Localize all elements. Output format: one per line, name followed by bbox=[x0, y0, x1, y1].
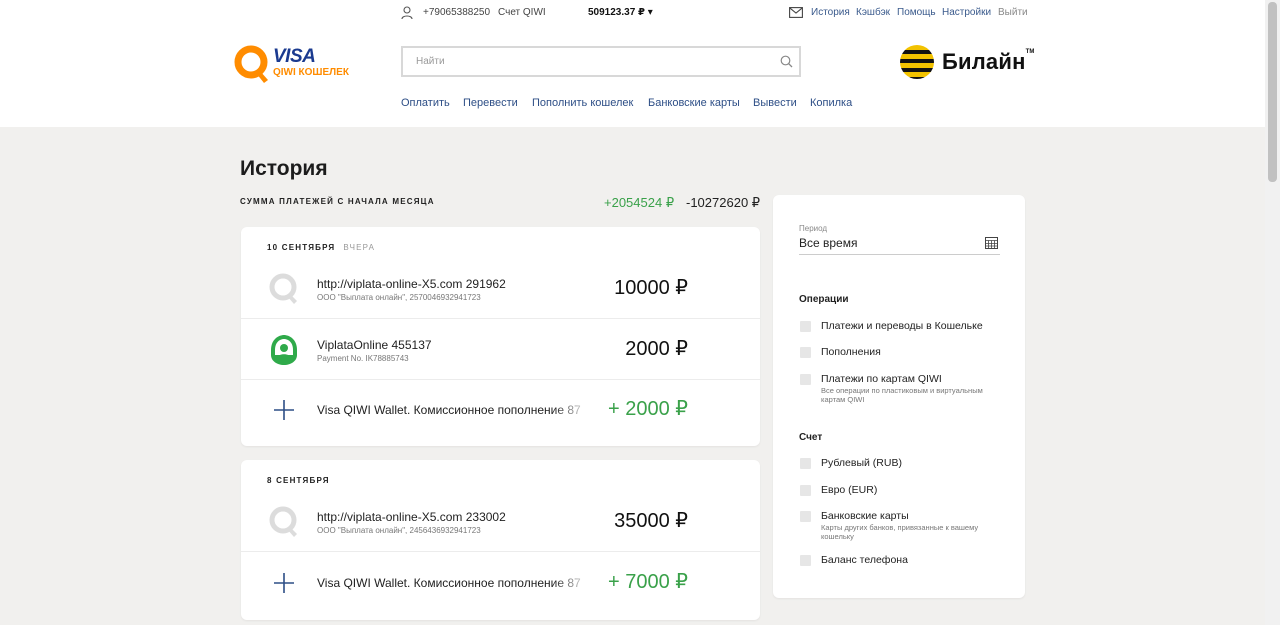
account-heading: Счет bbox=[799, 432, 823, 443]
history-group: 8 СЕНТЯБРЯ http://viplata-online-X5.com … bbox=[241, 460, 760, 620]
calendar-icon[interactable] bbox=[985, 237, 998, 249]
header: +79065388250 Счет QIWI 509123.37 ₽ ▾ Ист… bbox=[0, 0, 1265, 127]
checkbox[interactable] bbox=[800, 321, 811, 332]
nav-withdraw[interactable]: Вывести bbox=[753, 97, 797, 109]
transaction-amount: + 7000 ₽ bbox=[607, 571, 688, 593]
transaction-subtitle: ООО "Выплата онлайн", 2570046932941723 bbox=[317, 293, 481, 302]
chevron-down-icon: ▾ bbox=[647, 7, 653, 18]
qiwi-grey-icon bbox=[269, 506, 297, 537]
top-link-history[interactable]: История bbox=[811, 7, 850, 18]
scrollbar-thumb[interactable] bbox=[1268, 2, 1277, 182]
checkbox[interactable] bbox=[800, 374, 811, 385]
period-underline bbox=[799, 254, 1000, 255]
nav-piggybank[interactable]: Копилка bbox=[810, 97, 852, 109]
transaction-row[interactable]: ViplataOnline 455137 Payment No. IK78885… bbox=[241, 320, 760, 380]
filter-option-label: Платежи по картам QIWI bbox=[821, 373, 942, 385]
operator-name: БилайнTM bbox=[942, 49, 1035, 74]
checkbox[interactable] bbox=[800, 511, 811, 522]
checkbox[interactable] bbox=[800, 458, 811, 469]
checkbox[interactable] bbox=[800, 555, 811, 566]
filter-option-hint: Карты других банков, привязанные к вашем… bbox=[821, 523, 979, 541]
account-balance[interactable]: 509123.37 ₽ ▾ bbox=[588, 7, 653, 18]
transaction-amount: 10000 ₽ bbox=[614, 277, 688, 299]
viplata-green-icon bbox=[271, 335, 297, 365]
top-link-help[interactable]: Помощь bbox=[897, 7, 936, 18]
search-input[interactable] bbox=[403, 48, 773, 75]
filter-option-label: Платежи и переводы в Кошельке bbox=[821, 320, 983, 332]
transaction-title: Visa QIWI Wallet. Комиссионное пополнени… bbox=[317, 403, 581, 417]
page-scrollbar[interactable] bbox=[1265, 0, 1280, 625]
plus-icon bbox=[274, 573, 294, 593]
month-sum-label: СУММА ПЛАТЕЖЕЙ С НАЧАЛА МЕСЯЦА bbox=[240, 197, 435, 206]
transaction-row[interactable]: Visa QIWI Wallet. Комиссионное пополнени… bbox=[241, 380, 760, 440]
period-label: Период bbox=[799, 224, 828, 233]
transaction-title: Visa QIWI Wallet. Комиссионное пополнени… bbox=[317, 576, 581, 590]
transaction-amount: 2000 ₽ bbox=[625, 338, 688, 360]
operations-heading: Операции bbox=[799, 294, 849, 305]
qiwi-wordmark: QIWI КОШЕЛЕК bbox=[273, 67, 349, 78]
mail-icon[interactable] bbox=[789, 7, 803, 18]
search-icon[interactable] bbox=[780, 55, 793, 68]
user-icon[interactable] bbox=[401, 6, 413, 20]
checkbox[interactable] bbox=[800, 485, 811, 496]
operator-logo: БилайнTM bbox=[900, 45, 1034, 79]
period-select[interactable]: Все время bbox=[799, 236, 857, 250]
top-link-settings[interactable]: Настройки bbox=[942, 7, 991, 18]
filter-option-label: Евро (EUR) bbox=[821, 484, 878, 496]
qiwi-grey-icon bbox=[269, 273, 297, 304]
transaction-row[interactable]: http://viplata-online-X5.com 291962 ООО … bbox=[241, 259, 760, 319]
balance-value: 509123.37 ₽ bbox=[588, 7, 646, 18]
phone-number[interactable]: +79065388250 bbox=[423, 7, 490, 18]
filter-option-label: Рублевый (RUB) bbox=[821, 457, 902, 469]
group-date: 8 СЕНТЯБРЯ bbox=[267, 476, 330, 485]
visa-wordmark: VISA bbox=[273, 46, 316, 67]
filter-option-label: Баланс телефона bbox=[821, 554, 908, 566]
filter-option-hint: Все операции по пластиковым и виртуальны… bbox=[821, 386, 983, 404]
visa-qiwi-logo[interactable]: VISA QIWI КОШЕЛЕК bbox=[234, 45, 349, 87]
group-date: 10 СЕНТЯБРЯ ВЧЕРА bbox=[267, 243, 376, 252]
month-sum-in: +2054524 ₽ bbox=[604, 195, 675, 210]
filter-option-label: Пополнения bbox=[821, 346, 881, 358]
top-link-cashback[interactable]: Кэшбэк bbox=[856, 7, 890, 18]
filter-option-label: Банковские карты bbox=[821, 510, 909, 522]
search-box bbox=[401, 46, 801, 77]
filter-panel: Период Все время Операции Платежи и пере… bbox=[773, 195, 1025, 598]
account-label[interactable]: Счет QIWI bbox=[498, 7, 546, 18]
nav-transfer[interactable]: Перевести bbox=[463, 97, 518, 109]
transaction-subtitle: ООО "Выплата онлайн", 2456436932941723 bbox=[317, 526, 481, 535]
top-link-logout[interactable]: Выйти bbox=[998, 7, 1028, 18]
page-title: История bbox=[240, 157, 328, 180]
plus-icon bbox=[274, 400, 294, 420]
transaction-subtitle: Payment No. IK78885743 bbox=[317, 354, 409, 363]
month-sum-out: -10272620 ₽ bbox=[686, 195, 761, 210]
nav-top-up[interactable]: Пополнить кошелек bbox=[532, 97, 633, 109]
transaction-title: http://viplata-online-X5.com 233002 bbox=[317, 510, 506, 524]
beeline-ball-icon bbox=[900, 45, 934, 79]
checkbox[interactable] bbox=[800, 347, 811, 358]
transaction-title: http://viplata-online-X5.com 291962 bbox=[317, 277, 506, 291]
top-bar: +79065388250 Счет QIWI 509123.37 ₽ ▾ Ист… bbox=[0, 6, 1265, 21]
qiwi-logo-icon bbox=[234, 45, 268, 83]
transaction-amount: + 2000 ₽ bbox=[607, 398, 688, 420]
transaction-row[interactable]: http://viplata-online-X5.com 233002 ООО … bbox=[241, 492, 760, 552]
transaction-amount: 35000 ₽ bbox=[614, 510, 688, 532]
transaction-row[interactable]: Visa QIWI Wallet. Комиссионное пополнени… bbox=[241, 553, 760, 613]
transaction-title: ViplataOnline 455137 bbox=[317, 338, 432, 352]
history-group: 10 СЕНТЯБРЯ ВЧЕРА http://viplata-online-X… bbox=[241, 227, 760, 446]
nav-pay[interactable]: Оплатить bbox=[401, 97, 450, 109]
nav-bank-cards[interactable]: Банковские карты bbox=[648, 97, 740, 109]
